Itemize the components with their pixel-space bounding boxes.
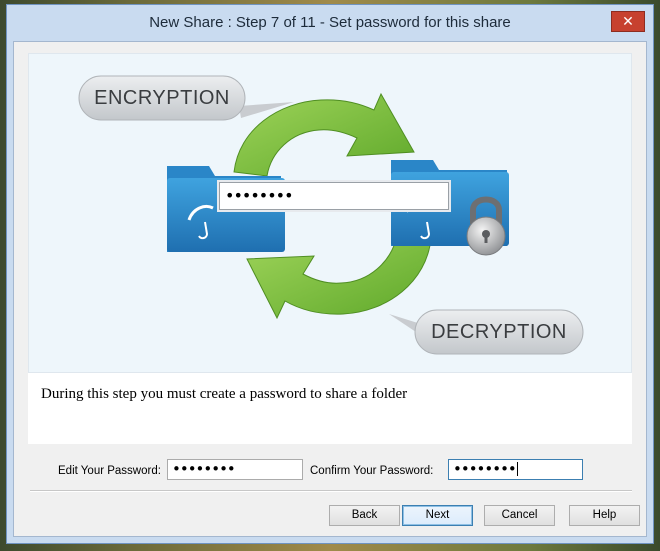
text-caret [516, 462, 518, 476]
confirm-password-field[interactable]: •••••••• [448, 459, 583, 480]
description-panel: During this step you must create a passw… [28, 373, 632, 444]
encryption-illustration: ENCRYPTION DECRYPTION •••••••• [28, 53, 632, 373]
wizard-window: New Share : Step 7 of 11 - Set password … [6, 4, 654, 544]
step-description: During this step you must create a passw… [41, 386, 408, 402]
back-button[interactable]: Back [329, 505, 400, 526]
edit-password-label: Edit Your Password: [58, 465, 161, 477]
button-separator [30, 490, 632, 492]
edit-password-value: •••••••• [172, 460, 236, 478]
title-bar[interactable]: New Share : Step 7 of 11 - Set password … [7, 5, 653, 41]
cancel-button[interactable]: Cancel [484, 505, 555, 526]
confirm-password-value: •••••••• [453, 460, 517, 478]
help-button[interactable]: Help [569, 505, 640, 526]
next-button[interactable]: Next [402, 505, 473, 526]
illustration-password-value: •••••••• [225, 186, 293, 205]
close-icon: ✕ [622, 13, 634, 29]
edit-password-field[interactable]: •••••••• [167, 459, 303, 480]
encryption-label: ENCRYPTION [94, 87, 230, 109]
wizard-content: ENCRYPTION DECRYPTION •••••••• During th… [13, 41, 647, 537]
window-title: New Share : Step 7 of 11 - Set password … [149, 14, 511, 31]
confirm-password-label: Confirm Your Password: [310, 465, 434, 477]
decryption-label: DECRYPTION [431, 321, 567, 343]
illustration-password-field: •••••••• [219, 182, 449, 210]
close-button[interactable]: ✕ [611, 11, 645, 32]
